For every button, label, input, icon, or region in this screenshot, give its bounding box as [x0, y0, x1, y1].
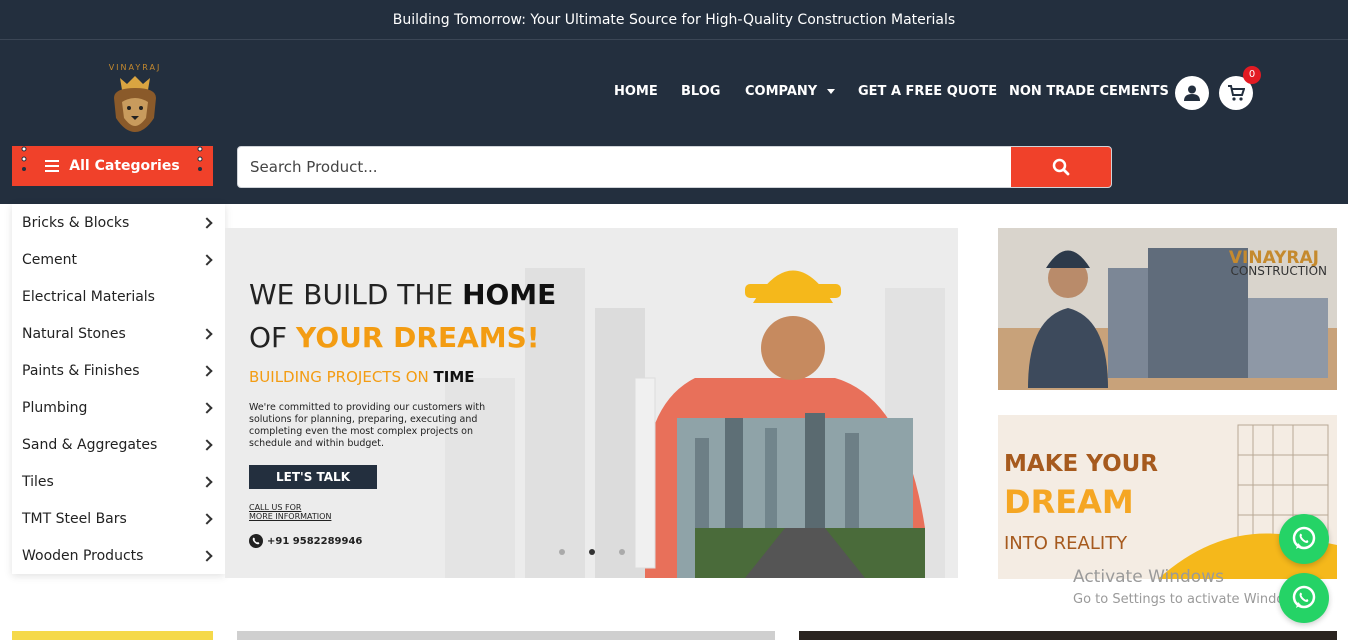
- user-icon: [1184, 85, 1200, 101]
- whatsapp-icon: [1292, 526, 1316, 550]
- activate-windows-subtitle: Go to Settings to activate Windows.: [1073, 592, 1306, 607]
- banner-headline-1: WE BUILD THE HOME: [249, 278, 556, 311]
- main-nav: HOME BLOG COMPANY GET A FREE QUOTE NON T…: [0, 84, 1348, 102]
- account-button[interactable]: [1175, 76, 1209, 110]
- category-label: Cement: [22, 251, 78, 268]
- banner-subheadline: BUILDING PROJECTS ON TIME: [249, 368, 475, 386]
- nav-blog[interactable]: BLOG: [681, 84, 720, 99]
- chevron-right-icon: [201, 475, 213, 488]
- category-label: Paints & Finishes: [22, 362, 140, 379]
- nav-free-quote[interactable]: GET A FREE QUOTE: [858, 84, 997, 99]
- category-item-plumbing[interactable]: Plumbing: [12, 389, 225, 426]
- category-item-tiles[interactable]: Tiles: [12, 463, 225, 500]
- all-categories-label: All Categories: [69, 158, 180, 174]
- whatsapp-button-1[interactable]: [1279, 514, 1329, 564]
- call-us-line-1: CALL US FOR: [249, 503, 302, 512]
- site-header: VINAYRAJ HOME BLOG COMPANY GET A FREE QU…: [0, 40, 1348, 204]
- category-item-bricks-blocks[interactable]: Bricks & Blocks: [12, 204, 225, 241]
- category-label: Tiles: [22, 473, 54, 490]
- category-item-paints-finishes[interactable]: Paints & Finishes: [12, 352, 225, 389]
- phone-icon: [249, 534, 263, 548]
- search-icon: [1052, 158, 1070, 176]
- connector-dots-right: [197, 146, 203, 171]
- caret-down-icon: [826, 89, 835, 94]
- category-label: Sand & Aggregates: [22, 436, 158, 453]
- connector-dots-left: [21, 146, 27, 171]
- phone-number: +91 9582289946: [267, 535, 363, 547]
- search-button[interactable]: [1011, 147, 1111, 187]
- all-categories-button[interactable]: All Categories: [12, 146, 213, 186]
- nav-home[interactable]: HOME: [614, 84, 658, 99]
- cart-count-badge: 0: [1243, 66, 1261, 84]
- carousel-dot-1[interactable]: [559, 549, 565, 555]
- chevron-right-icon: [201, 438, 213, 451]
- search-bar: [237, 146, 1112, 188]
- banner-subheadline-b: TIME: [433, 368, 475, 386]
- category-label: Electrical Materials: [22, 288, 155, 305]
- banner-headline-2-b: YOUR DREAMS!: [296, 321, 540, 354]
- category-label: Bricks & Blocks: [22, 214, 130, 231]
- call-us-text[interactable]: CALL US FOR MORE INFORMATION: [249, 503, 331, 521]
- call-us-line-2: MORE INFORMATION: [249, 512, 332, 521]
- banner-description: We're committed to providing our custome…: [249, 402, 486, 449]
- category-item-electrical-materials[interactable]: Electrical Materials: [12, 278, 225, 315]
- banner-headline-2-a: OF: [249, 321, 297, 354]
- chevron-right-icon: [201, 364, 213, 377]
- nav-company[interactable]: COMPANY: [745, 84, 835, 99]
- banner-subheadline-a: BUILDING PROJECTS ON: [249, 368, 434, 386]
- category-label: Natural Stones: [22, 325, 126, 342]
- chevron-right-icon: [201, 216, 213, 229]
- promo-tile-1[interactable]: [12, 631, 213, 640]
- category-label: TMT Steel Bars: [22, 510, 127, 527]
- banner-headline-1-b: HOME: [462, 278, 557, 311]
- announcement-bar: Building Tomorrow: Your Ultimate Source …: [0, 0, 1348, 40]
- nav-non-trade-cements[interactable]: NON TRADE CEMENTS: [1009, 84, 1169, 99]
- svg-text:VINAYRAJ: VINAYRAJ: [109, 63, 162, 72]
- nav-company-label: COMPANY: [745, 84, 818, 99]
- promo-tile-3[interactable]: [799, 631, 1337, 640]
- side-banner-1-subtitle: CONSTRUCTION: [1230, 264, 1327, 278]
- whatsapp-icon: [1292, 585, 1316, 609]
- side-banner-2-line-1: MAKE YOUR: [1004, 451, 1159, 477]
- chevron-right-icon: [201, 401, 213, 414]
- menu-icon: [45, 160, 60, 172]
- cart-icon: [1228, 85, 1245, 101]
- announcement-text: Building Tomorrow: Your Ultimate Source …: [392, 12, 956, 28]
- category-item-tmt-steel-bars[interactable]: TMT Steel Bars: [12, 500, 225, 537]
- category-label: Plumbing: [22, 399, 88, 416]
- category-item-cement[interactable]: Cement: [12, 241, 225, 278]
- activate-windows-title: Activate Windows: [1073, 567, 1224, 587]
- category-menu: Bricks & Blocks Cement Electrical Materi…: [12, 204, 225, 574]
- side-banner-2-line-3: INTO REALITY: [1004, 533, 1128, 554]
- chevron-right-icon: [201, 512, 213, 525]
- search-input[interactable]: [250, 147, 1010, 187]
- carousel-dot-3[interactable]: [619, 549, 625, 555]
- banner-phone[interactable]: +91 9582289946: [249, 534, 362, 548]
- chevron-right-icon: [201, 253, 213, 266]
- category-item-natural-stones[interactable]: Natural Stones: [12, 315, 225, 352]
- category-label: Wooden Products: [22, 547, 144, 564]
- whatsapp-button-2[interactable]: [1279, 573, 1329, 623]
- chevron-right-icon: [201, 327, 213, 340]
- category-item-wooden-products[interactable]: Wooden Products: [12, 537, 225, 574]
- side-banner-construction[interactable]: VINAYRAJ CONSTRUCTION: [998, 228, 1337, 390]
- lets-talk-button[interactable]: LET'S TALK: [249, 465, 377, 489]
- carousel-dot-2[interactable]: [589, 549, 595, 555]
- banner-headline-1-a: WE BUILD THE: [249, 278, 463, 311]
- chevron-right-icon: [201, 549, 213, 562]
- promo-tile-2[interactable]: [237, 631, 775, 640]
- banner-headline-2: OF YOUR DREAMS!: [249, 321, 540, 354]
- category-item-sand-aggregates[interactable]: Sand & Aggregates: [12, 426, 225, 463]
- hero-banner[interactable]: WE BUILD THE HOME OF YOUR DREAMS! BUILDI…: [225, 228, 958, 578]
- side-banner-2-line-2: DREAM: [1004, 483, 1134, 521]
